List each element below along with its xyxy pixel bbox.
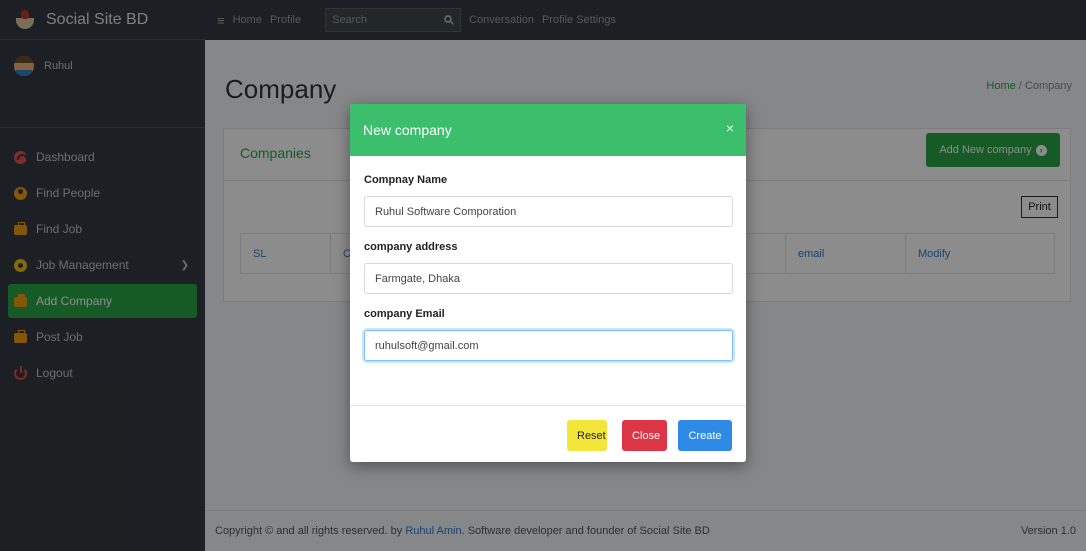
modal-title: New company	[363, 122, 452, 138]
modal-footer: Reset Close Create	[350, 406, 746, 462]
company-email-label: company Email	[364, 308, 445, 320]
new-company-modal: New company × Compnay Name company addre…	[350, 104, 746, 462]
close-icon[interactable]: ×	[726, 120, 734, 136]
create-button[interactable]: Create	[678, 420, 732, 451]
company-address-label: company address	[364, 241, 458, 253]
modal-header: New company ×	[350, 104, 746, 156]
company-email-input[interactable]	[364, 330, 733, 361]
close-button[interactable]: Close	[622, 420, 667, 451]
company-name-input[interactable]	[364, 196, 733, 227]
reset-button[interactable]: Reset	[567, 420, 607, 451]
company-address-input[interactable]	[364, 263, 733, 294]
company-name-label: Compnay Name	[364, 174, 448, 186]
modal-body: Compnay Name company address company Ema…	[350, 156, 746, 406]
